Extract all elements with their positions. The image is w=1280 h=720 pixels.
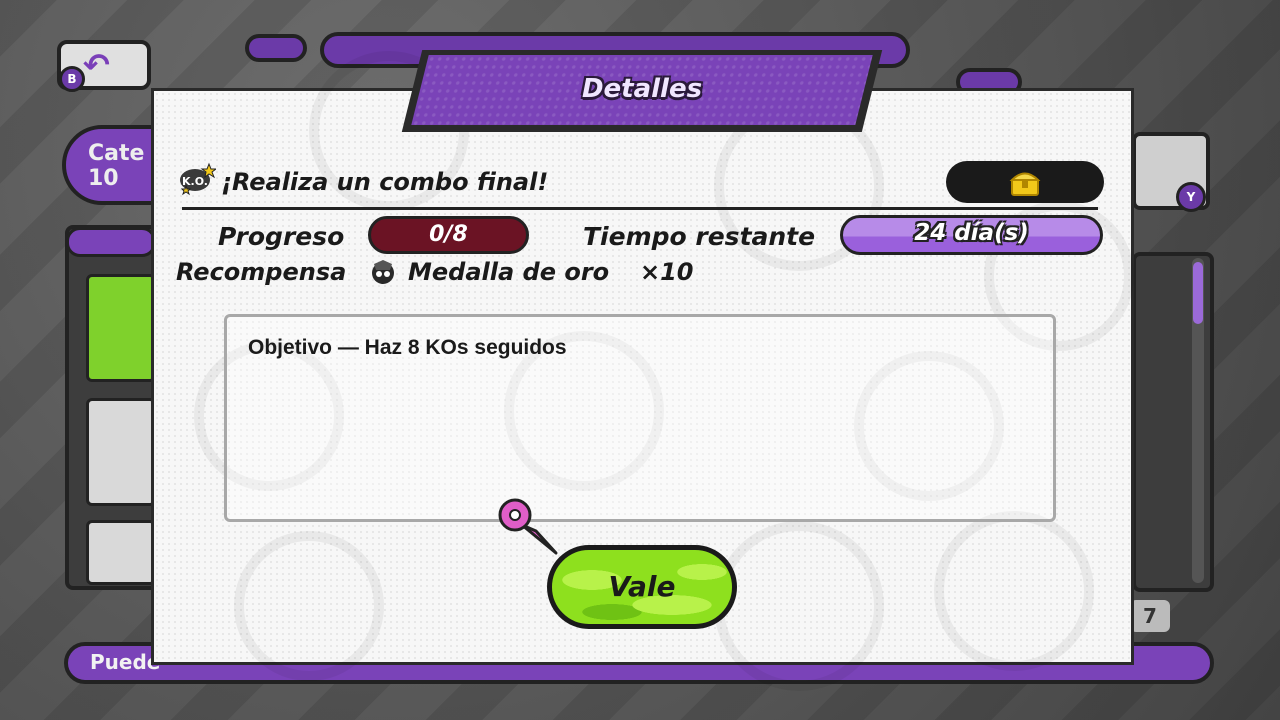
list-item[interactable]: [86, 398, 156, 506]
scrollbar-thumb[interactable]: [1193, 262, 1203, 324]
undo-arrow-icon: ↶: [83, 46, 110, 84]
list-item[interactable]: [86, 274, 156, 382]
reward-name: Medalla de oro: [408, 258, 610, 286]
category-label: Cate 10: [88, 141, 145, 191]
header-pill-left: [245, 34, 307, 62]
treasure-chest-icon: [1009, 172, 1041, 196]
page-indicator: 7: [1130, 600, 1170, 632]
progress-label: Progreso: [218, 222, 345, 251]
time-remaining-value: 24 día(s): [914, 220, 1029, 246]
dialog-title: Detalles: [581, 74, 703, 104]
pointer-cursor-icon: [498, 498, 558, 555]
b-button-hint: B: [59, 66, 85, 92]
reward-quantity: ×10: [640, 258, 694, 286]
medal-icon: [372, 260, 394, 284]
watermark-pattern: [934, 511, 1094, 671]
ok-button-label[interactable]: Vale: [547, 570, 737, 603]
ko-icon: K.O.: [180, 162, 216, 196]
challenge-title: ¡Realiza un combo final!: [221, 168, 549, 196]
watermark-pattern: [234, 531, 384, 681]
progress-value: 0/8: [368, 216, 529, 254]
watermark-pattern: [714, 521, 884, 691]
divider: [182, 207, 1098, 210]
time-remaining-label: Tiempo restante: [583, 222, 816, 251]
list-item[interactable]: [86, 520, 156, 585]
tip-text: Puede: [90, 650, 160, 674]
reward-label: Recompensa: [176, 258, 347, 286]
objective-text: Objetivo — Haz 8 KOs seguidos: [248, 336, 567, 359]
list-tab[interactable]: [66, 227, 156, 257]
y-button-hint: Y: [1176, 182, 1206, 212]
